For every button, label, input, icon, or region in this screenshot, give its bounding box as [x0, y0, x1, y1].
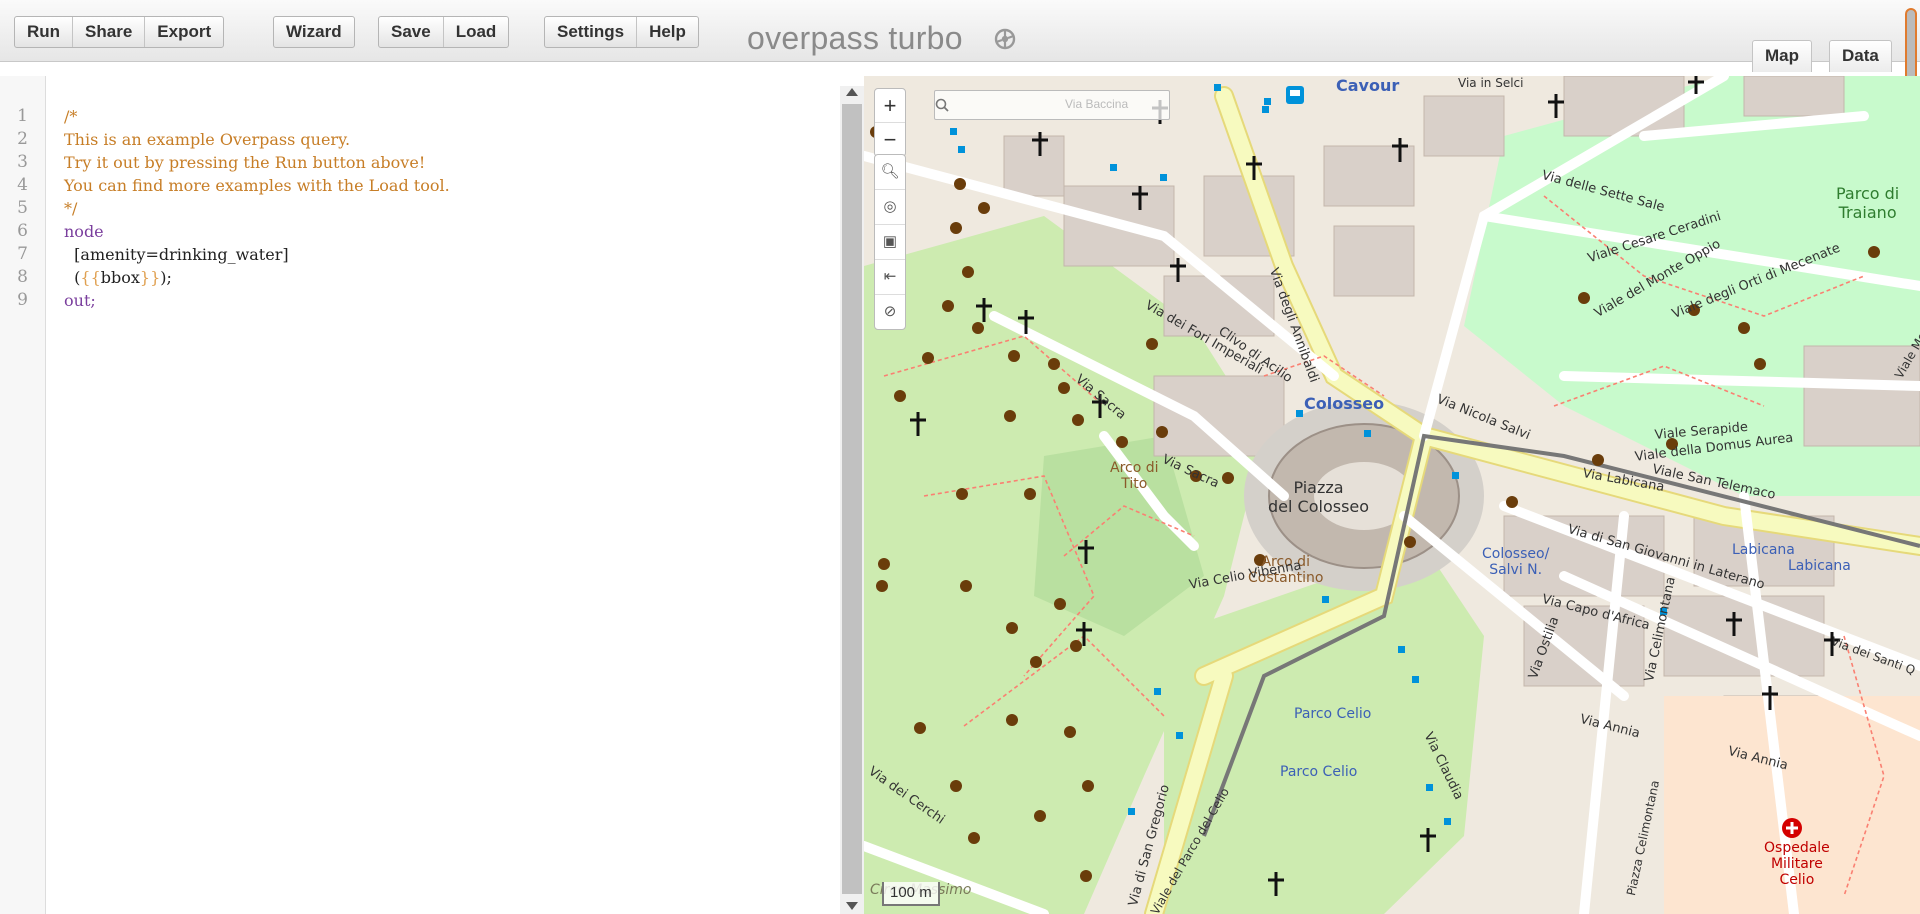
line-number: 9	[17, 290, 28, 310]
map-tools-control: 🔍︎ ◎ ▣ ⇤ ⊘	[874, 154, 906, 330]
map-label: Parco di Traiano	[1836, 184, 1900, 222]
map-label: Arco di Tito	[1110, 460, 1159, 492]
settings-help-group: Settings Help	[544, 16, 699, 48]
toolbar: Run Share Export Wizard Save Load Settin…	[0, 0, 1920, 88]
share-button[interactable]: Share	[73, 17, 146, 47]
scroll-up-arrow-icon[interactable]	[846, 88, 858, 96]
map-label: Piazza del Colosseo	[1268, 478, 1370, 516]
load-button[interactable]: Load	[444, 17, 509, 47]
map-label: Labicana	[1732, 542, 1795, 558]
line-number: 1	[17, 106, 28, 126]
map-label: Parco Celio	[1280, 764, 1358, 780]
line-number-gutter: 1 2 3 4 5 6 7 8 9	[0, 76, 46, 914]
code-line[interactable]: [amenity=drinking_water]	[64, 245, 288, 264]
query-editor[interactable]: 1 2 3 4 5 6 7 8 9 /* This is an example …	[0, 76, 840, 914]
clear-icon[interactable]: ⊘	[875, 295, 905, 329]
map-search-input[interactable]: Via Baccina	[934, 90, 1170, 120]
street-label: Via Baccina	[1065, 97, 1129, 111]
export-image-icon[interactable]: ▣	[875, 225, 905, 260]
line-number: 8	[17, 267, 28, 287]
save-button[interactable]: Save	[379, 17, 444, 47]
code-line[interactable]: This is an example Overpass query.	[64, 130, 350, 149]
save-load-group: Save Load	[378, 16, 510, 48]
map-label: Cavour	[1336, 76, 1400, 95]
locate-icon[interactable]: ◎	[875, 190, 905, 225]
code-line[interactable]: You can find more examples with the Load…	[64, 176, 450, 195]
code-line[interactable]: Try it out by pressing the Run button ab…	[64, 153, 425, 172]
wizard-button[interactable]: Wizard	[274, 17, 354, 47]
line-number: 3	[17, 152, 28, 172]
zoom-to-data-icon[interactable]: 🔍︎	[875, 155, 905, 190]
map-tab[interactable]: Map	[1752, 40, 1812, 72]
map-scale: 100 m	[882, 882, 940, 906]
scrollbar-thumb[interactable]	[842, 104, 862, 894]
line-number: 2	[17, 129, 28, 149]
data-tab[interactable]: Data	[1829, 40, 1892, 72]
code-line[interactable]: node	[64, 222, 104, 241]
map-label: Colosseo/ Salvi N.	[1482, 546, 1550, 578]
search-icon[interactable]	[935, 98, 949, 112]
map-label: Ospedale Militare Celio	[1764, 840, 1830, 888]
code-line[interactable]: out;	[64, 291, 96, 310]
editor-scrollbar[interactable]	[840, 86, 864, 914]
export-button[interactable]: Export	[145, 17, 223, 47]
line-number: 5	[17, 198, 28, 218]
line-number: 7	[17, 244, 28, 264]
app-title: overpass turbo	[747, 20, 963, 56]
zoom-out-button[interactable]: −	[875, 123, 905, 156]
line-number: 6	[17, 221, 28, 241]
scroll-down-arrow-icon[interactable]	[846, 902, 858, 910]
zoom-in-button[interactable]: +	[875, 89, 905, 123]
map-label: Parco Celio	[1294, 706, 1372, 722]
settings-button[interactable]: Settings	[545, 17, 638, 47]
map-label: Colosseo	[1304, 394, 1385, 413]
settings-gear-icon	[994, 28, 1016, 50]
code-line[interactable]: ({{bbox}});	[64, 268, 172, 287]
zoom-control: + −	[874, 88, 906, 157]
map-view[interactable]: Cavour Colosseo Piazza del Colosseo Arco…	[864, 76, 1920, 914]
code-line[interactable]: */	[64, 199, 77, 218]
line-number: 4	[17, 175, 28, 195]
wizard-group: Wizard	[273, 16, 355, 48]
street-label: Via in Selci	[1458, 76, 1524, 90]
run-button[interactable]: Run	[15, 17, 74, 47]
fit-bounds-icon[interactable]: ⇤	[875, 260, 905, 295]
run-share-export-group: Run Share Export	[14, 16, 225, 48]
help-button[interactable]: Help	[637, 17, 698, 47]
code-line[interactable]: /*	[64, 107, 77, 126]
map-label: Labicana	[1788, 558, 1851, 574]
